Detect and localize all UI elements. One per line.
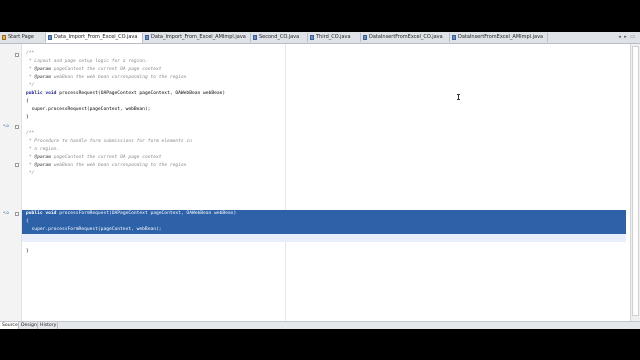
code-line: super.processFormRequest(pageContext, we… [26,227,162,232]
tab-label: Start Page [8,34,34,40]
java-file-icon [363,35,367,40]
tab-label: Second_CO.java [259,34,300,40]
java-file-icon [310,35,314,40]
code-line: /** [26,51,35,56]
override-marker-icon[interactable]: ↖o [3,124,9,128]
code-line: public void processRequest(OAPageContext… [26,90,225,98]
code-line: */ [26,171,35,176]
code-line: } [26,115,29,120]
javadoc-tag: @param [34,75,51,80]
restore-window-icon[interactable]: ▭ [629,33,636,41]
java-file-icon [253,35,257,40]
code-line: { [26,99,29,104]
code-text: processFormRequest(OAPageContext pageCon… [56,211,237,216]
comment-text: pageContext the current OA page context [50,67,162,72]
code-line: */ [26,83,35,88]
fold-toggle-icon[interactable] [15,163,19,167]
tab-label: Data_Import_From_Excel_AMImpl.java [151,34,246,40]
code-line: /** [26,131,35,136]
tab-source[interactable]: Source [0,322,19,329]
java-file-icon [452,35,456,40]
tab-data-import-from-excel-co[interactable]: Data_Import_From_Excel_CO.java [46,33,143,43]
vertical-scrollbar[interactable] [630,44,640,321]
code-line: * Layout and page setup logic for a regi… [26,59,148,64]
tab-label: DataInsertFromExcel_AMImpl.java [458,34,544,40]
line-gutter [0,44,22,321]
keyword: public void [26,211,57,216]
code-line: { [26,219,29,224]
start-page-icon [2,35,6,40]
code-line: super.processRequest(pageContext, webBea… [26,107,151,112]
javadoc-tag: @param [34,67,51,72]
code-line: public void processFormRequest(OAPageCon… [26,210,236,218]
ide-window: Start Page Data_Import_From_Excel_CO.jav… [0,32,640,329]
code-line: } [26,249,29,254]
code-editor[interactable]: ↖o ↖o /** * Layout and page setup logic … [0,44,626,321]
tab-datainsertfromexcel-amimpl[interactable]: DataInsertFromExcel_AMImpl.java [450,33,548,42]
tab-label: Third_CO.java [316,34,351,40]
code-line: * @param webBean the web bean correspond… [26,162,187,170]
override-marker-icon[interactable]: ↖o [3,211,9,215]
code-line: * Procedure to handle form submissions f… [26,139,192,144]
code-line: * @param pageContext the current OA page… [26,154,162,162]
tab-design[interactable]: Design [19,322,38,329]
fold-toggle-icon[interactable] [15,212,19,216]
fold-toggle-icon[interactable] [15,53,19,57]
tab-third-co[interactable]: Third_CO.java [308,33,361,42]
editor-view-tabs: Source Design History [0,321,640,329]
javadoc-tag: @param [34,155,51,160]
scroll-tabs-right-icon[interactable]: ▸ [622,33,629,41]
keyword: public void [26,91,57,96]
editor-tab-bar: Start Page Data_Import_From_Excel_CO.jav… [0,32,640,44]
code-line: * a region. [26,147,60,152]
tab-data-import-from-excel-amimpl[interactable]: Data_Import_From_Excel_AMImpl.java [143,33,251,42]
scrollbar-thumb[interactable] [632,46,639,316]
tab-second-co[interactable]: Second_CO.java [251,33,308,42]
tab-label: DataInsertFromExcel_CO.java [369,34,443,40]
tab-history[interactable]: History [38,322,58,329]
comment-text: webBean the web bean corresponding to th… [50,163,187,168]
javadoc-tag: @param [34,163,51,168]
fold-toggle-icon[interactable] [15,125,19,129]
tab-datainsertfromexcel-co[interactable]: DataInsertFromExcel_CO.java [361,33,450,42]
java-file-icon [48,35,52,40]
code-text: processRequest(OAPageContext pageContext… [56,91,226,96]
tab-label: Data_Import_From_Excel_CO.java [54,34,138,40]
right-margin-guide [285,44,286,321]
comment-text: webBean the web bean corresponding to th… [50,75,187,80]
comment-text: pageContext the current OA page context [50,155,162,160]
mouse-ibeam-cursor-icon [457,94,460,100]
code-line: * @param webBean the web bean correspond… [26,74,187,82]
tab-start-page[interactable]: Start Page [0,33,46,42]
code-line: * @param pageContext the current OA page… [26,66,162,74]
java-file-icon [145,35,149,40]
current-line-highlight [22,234,626,242]
